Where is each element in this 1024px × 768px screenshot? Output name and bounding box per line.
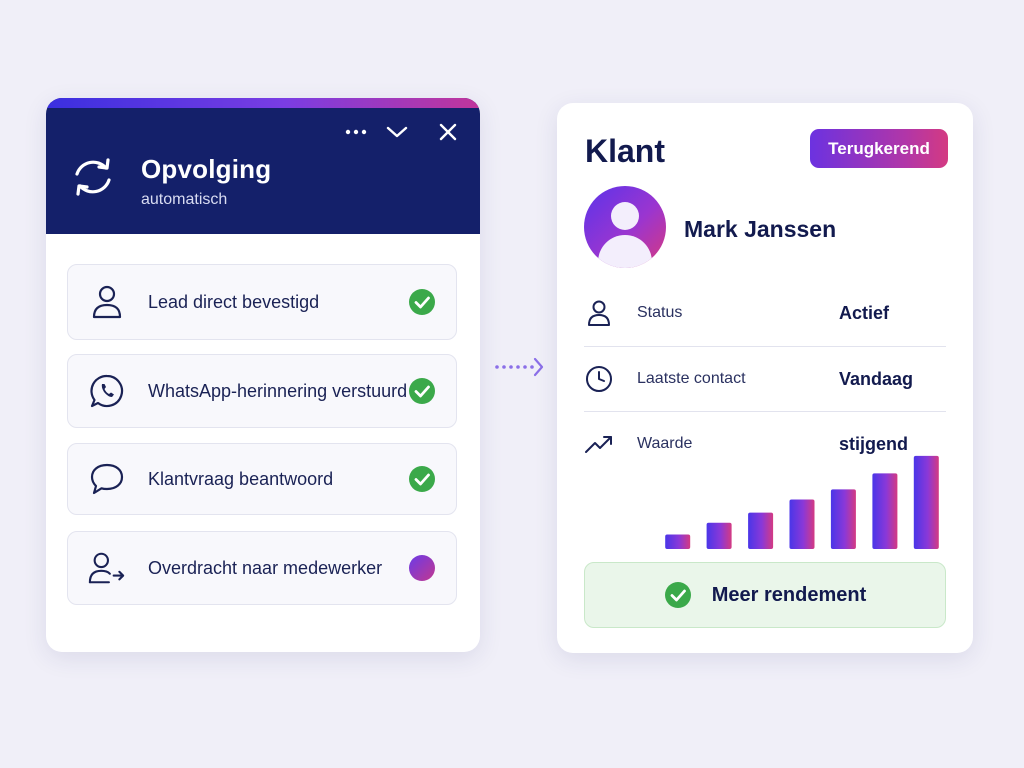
chart-bar-2 (706, 522, 732, 549)
info-row-status: Status Actief (584, 293, 946, 333)
cta-label: Meer rendement (711, 583, 867, 606)
user-icon (584, 298, 614, 328)
follow-up-header: Opvolging automatisch (46, 98, 480, 234)
step-item-handover-employee[interactable]: Overdracht naar medewerker (67, 531, 457, 605)
step-label: Overdracht naar medewerker (148, 557, 383, 578)
chart-bar-5 (830, 489, 856, 549)
customer-type-badge: Terugkerend (810, 129, 948, 168)
page: Opvolging automatisch Lead direct bevest… (0, 0, 1024, 768)
close-icon[interactable] (434, 118, 462, 146)
step-item-lead-confirmed[interactable]: Lead direct bevestigd (67, 264, 457, 340)
pending-status-dot (408, 554, 436, 582)
check-circle-icon (409, 378, 435, 404)
chart-bar-7 (913, 455, 939, 549)
step-item-question-answered[interactable]: Klantvraag beantwoord (67, 443, 457, 515)
check-circle-icon (409, 466, 435, 492)
chart-bar-1 (665, 534, 691, 549)
customer-panel-title: Klant (585, 133, 665, 169)
info-label: Laatste contact (637, 370, 746, 387)
more-return-button[interactable]: Meer rendement (584, 562, 946, 628)
dotted-arrow-icon (495, 357, 544, 377)
chart-bar-4 (789, 499, 815, 549)
step-label: Klantvraag beantwoord (148, 468, 334, 489)
header-gradient-strip (46, 98, 480, 108)
refresh-icon (75, 158, 111, 196)
customer-name: Mark Janssen (684, 216, 837, 242)
user-icon (88, 283, 126, 321)
whatsapp-icon (88, 372, 126, 410)
follow-up-panel: Opvolging automatisch Lead direct bevest… (46, 98, 480, 652)
chart-bar-6 (872, 473, 898, 549)
trend-up-icon (584, 429, 614, 459)
check-circle-icon (664, 582, 691, 608)
panel-subtitle: automatisch (141, 191, 228, 208)
chevron-down-icon[interactable] (383, 118, 411, 146)
info-value: stijgend (839, 433, 909, 454)
check-circle-icon (409, 289, 435, 315)
chart-bar-3 (748, 512, 774, 549)
value-bar-chart (665, 455, 939, 549)
step-label: WhatsApp-herinnering verstuurd (148, 380, 408, 401)
step-label: Lead direct bevestigd (148, 291, 320, 312)
clock-icon (584, 364, 614, 394)
panel-title: Opvolging (141, 154, 272, 184)
info-label: Status (637, 304, 683, 321)
info-value: Actief (839, 302, 890, 323)
customer-panel: Klant Terugkerend Mark Janssen Status Ac… (557, 103, 973, 653)
ellipsis-icon[interactable] (342, 118, 370, 146)
step-item-whatsapp-reminder[interactable]: WhatsApp-herinnering verstuurd (67, 354, 457, 428)
chat-bubble-icon (88, 460, 126, 498)
info-row-last-contact: Laatste contact Vandaag (584, 359, 946, 399)
info-value: Vandaag (839, 368, 914, 389)
info-label: Waarde (637, 435, 693, 452)
divider (584, 411, 946, 412)
user-transfer-icon (88, 549, 126, 587)
divider (584, 346, 946, 347)
avatar (584, 186, 666, 268)
